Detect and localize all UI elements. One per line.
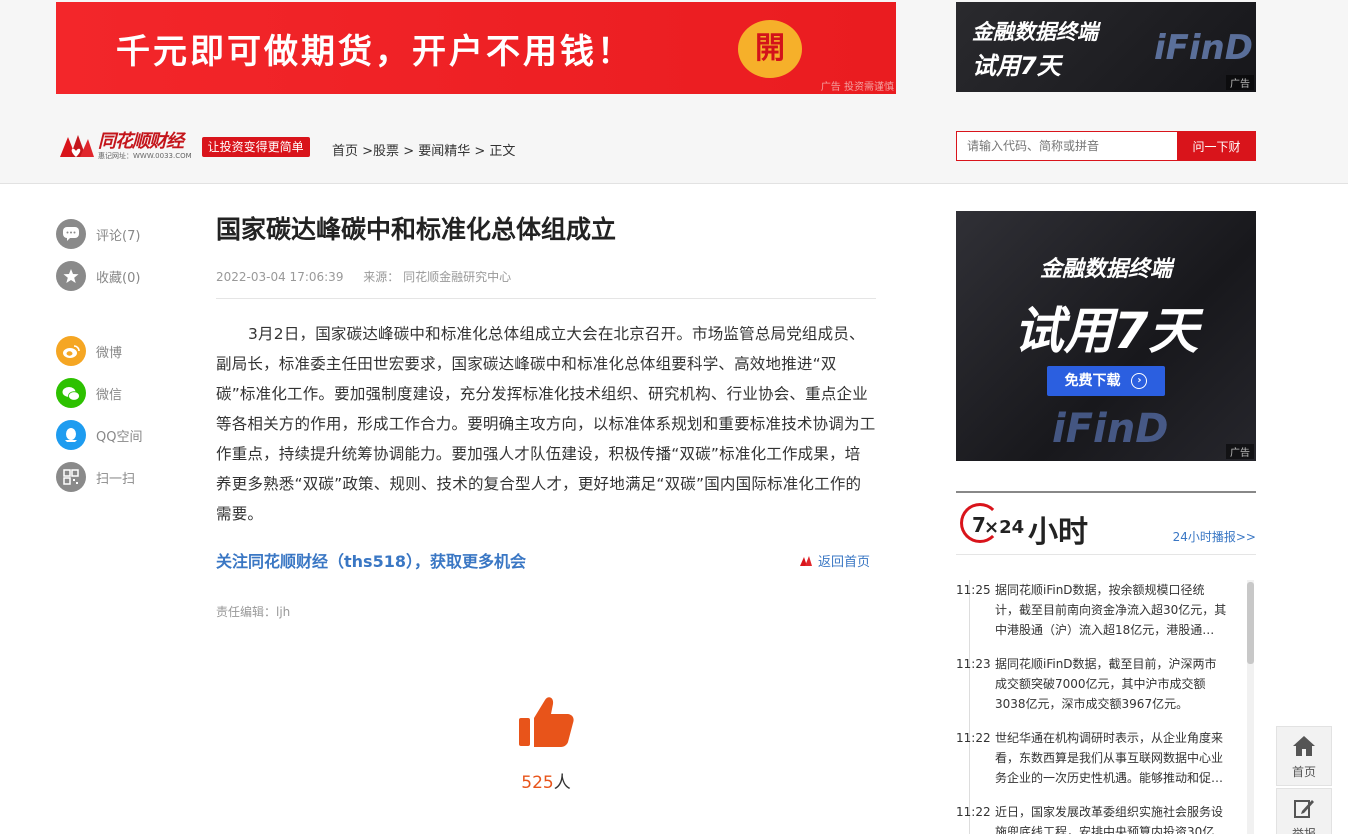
follow-link[interactable]: 关注同花顺财经（ths518），获取更多机会 [216, 548, 526, 572]
ifind-banner-line1: 金融数据终端 [972, 20, 1098, 44]
ad-tag: 广告 [1226, 75, 1254, 90]
news-text: 据同花顺iFinD数据，按余额规模口径统计，截至目前南向资金净流入超30亿元，其… [995, 583, 1227, 637]
arrow-circle-icon: › [1131, 373, 1148, 389]
favorite-button[interactable]: 收藏(0) [56, 261, 186, 291]
news-item[interactable]: 11:25 据同花顺iFinD数据，按余额规模口径统计，截至目前南向资金净流入超… [956, 580, 1236, 640]
article: 国家碳达峰碳中和标准化总体组成立 2022-03-04 17:06:39 来源：… [216, 210, 876, 619]
like-count: 525人 [508, 768, 584, 793]
news-title: 小时 [1028, 515, 1088, 550]
news-time: 11:22 [956, 731, 991, 745]
cards-logo-icon [56, 131, 96, 163]
free-download-label: 免费下载 [1064, 373, 1121, 389]
news-item[interactable]: 11:23 据同花顺iFinD数据，截至目前，沪深两市成交额突破7000亿元，其… [956, 654, 1236, 714]
wechat-icon [56, 378, 86, 408]
scan-label: 扫一扫 [96, 471, 136, 487]
ifind-banner-line2: 试用7天 [972, 52, 1061, 80]
breadcrumb-home[interactable]: 首页 [332, 144, 358, 159]
favorite-label: 收藏(0) [96, 270, 141, 286]
search-input[interactable] [956, 131, 1177, 161]
home-icon [1293, 736, 1315, 756]
news-text: 近日，国家发展改革委组织实施社会服务设施兜底线工程，安排中央预算内投资30亿… [995, 805, 1227, 834]
share-weibo-button[interactable]: 微博 [56, 336, 186, 366]
search-button[interactable]: 问一下财 [1177, 131, 1256, 161]
news-time: 11:22 [956, 805, 991, 819]
badge-x24: ×24 [984, 517, 1025, 538]
banner-ad-tag: 广告 投资需谨慎 [820, 82, 894, 93]
news-text: 世纪华通在机构调研时表示，从企业角度来看，东数西算是我们从事互联网数据中心业务企… [995, 731, 1224, 785]
ad-tag: 广告 [1226, 444, 1254, 459]
cards-logo-icon [799, 555, 812, 566]
editor-credit: 责任编辑：ljh [216, 605, 291, 619]
share-qzone-button[interactable]: QQ空间 [56, 420, 186, 450]
news-7x24-header: 7 ×24 小时 24小时播报>> [956, 491, 1256, 555]
star-icon [56, 261, 86, 291]
site-logo[interactable]: 同花顺财经 惠记网址：WWW.0033.COM 让投资变得更简单 [56, 130, 310, 164]
wechat-label: 微信 [96, 387, 123, 403]
search-bar: 问一下财 [956, 131, 1256, 161]
comment-icon [56, 219, 86, 249]
like-count-number: 525 [521, 773, 554, 793]
comment-button[interactable]: 评论(7) [56, 219, 186, 249]
news-time: 11:25 [956, 583, 991, 597]
comment-label: 评论(7) [96, 228, 141, 244]
qzone-label: QQ空间 [96, 429, 143, 445]
logo-url: 惠记网址：WWW.0033.COM [98, 152, 192, 160]
edit-icon [1294, 800, 1314, 818]
news-item[interactable]: 11:22 世纪华通在机构调研时表示，从企业角度来看，东数西算是我们从事互联网数… [956, 728, 1236, 788]
news-scrollbar-thumb[interactable] [1247, 582, 1254, 664]
article-body: 3月2日，国家碳达峰碳中和标准化总体组成立大会在北京召开。市场监管总局党组成员、… [216, 325, 876, 523]
news-list: 11:25 据同花顺iFinD数据，按余额规模口径统计，截至目前南向资金净流入超… [956, 580, 1256, 834]
logo-name: 同花顺财经 [98, 131, 184, 152]
ifind-ad-line1: 金融数据终端 [1039, 257, 1172, 282]
breadcrumb: 首页 >股票 > 要闻精华 > 正文 [332, 144, 516, 159]
news-text: 据同花顺iFinD数据，截至目前，沪深两市成交额突破7000亿元，其中沪市成交额… [995, 657, 1217, 711]
ifind-logo: iFinD [1052, 406, 1169, 452]
like-button[interactable] [516, 694, 576, 754]
floating-nav: 首页 举报 [1276, 726, 1332, 834]
banner-headline: 千元即可做期货，开户不用钱！ [116, 32, 634, 72]
thumbs-up-icon [519, 697, 574, 747]
back-home-link[interactable]: 返回首页 [799, 551, 870, 570]
weibo-label: 微博 [96, 345, 123, 361]
article-meta: 2022-03-04 17:06:39 来源： 同花顺金融研究中心 [216, 268, 876, 299]
news-time: 11:23 [956, 657, 991, 671]
breadcrumb-highlights[interactable]: 要闻精华 [418, 144, 470, 159]
float-report-button[interactable]: 举报 [1276, 788, 1332, 834]
scan-qr-button[interactable]: 扫一扫 [56, 462, 186, 492]
float-home-button[interactable]: 首页 [1276, 726, 1332, 786]
qr-code-icon [56, 462, 86, 492]
ifind-ad-line2: 试用7天 [1013, 302, 1199, 360]
share-wechat-button[interactable]: 微信 [56, 378, 186, 408]
ifind-logo: iFinD [1154, 28, 1253, 68]
free-download-button[interactable]: 免费下载 › [1047, 366, 1165, 396]
breadcrumb-stocks[interactable]: 股票 [373, 144, 399, 159]
qq-icon [56, 420, 86, 450]
weibo-icon [56, 336, 86, 366]
futures-banner-ad[interactable]: 千元即可做期货，开户不用钱！ 開 广告 投资需谨慎 [56, 2, 896, 94]
float-report-label: 举报 [1291, 827, 1316, 834]
back-home-label: 返回首页 [817, 555, 870, 570]
ifind-banner-ad[interactable]: 金融数据终端 试用7天 iFinD 广告 [956, 2, 1256, 92]
top-header: 千元即可做期货，开户不用钱！ 開 广告 投资需谨慎 金融数据终端 试用7天 iF… [0, 0, 1348, 184]
article-title: 国家碳达峰碳中和标准化总体组成立 [216, 215, 617, 244]
article-source: 来源： 同花顺金融研究中心 [363, 270, 512, 284]
breadcrumb-current: 正文 [489, 144, 516, 159]
float-home-label: 首页 [1291, 765, 1316, 779]
slogan-tag: 让投资变得更简单 [201, 137, 310, 157]
ifind-side-ad[interactable]: 金融数据终端 试用7天 免费下载 › iFinD 广告 [956, 211, 1256, 461]
like-count-unit: 人 [553, 773, 571, 793]
article-time: 2022-03-04 17:06:39 [216, 270, 344, 284]
news-item[interactable]: 11:22 近日，国家发展改革委组织实施社会服务设施兜底线工程，安排中央预算内投… [956, 802, 1236, 834]
banner-open-badge: 開 [738, 20, 802, 78]
news-more-link[interactable]: 24小时播报>> [1173, 528, 1256, 545]
